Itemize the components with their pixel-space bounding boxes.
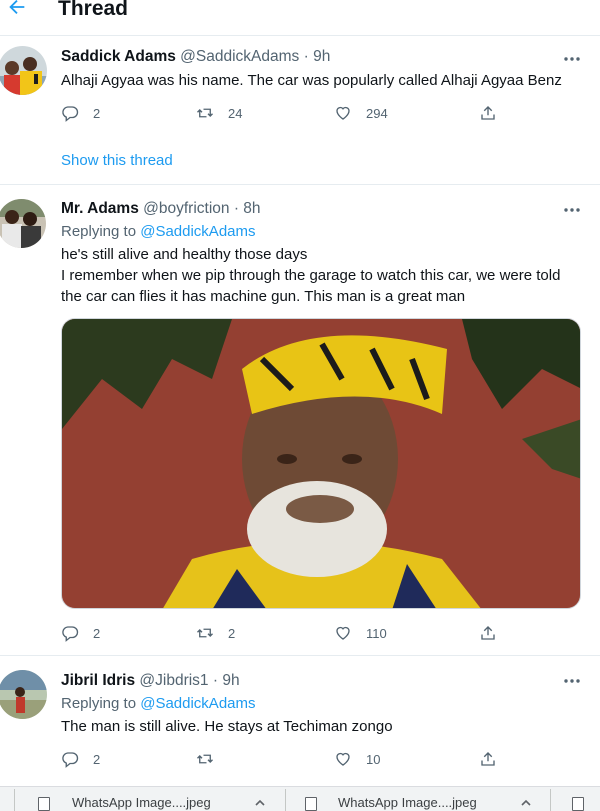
author-handle[interactable]: @Jibdris1 (139, 672, 208, 689)
tweet-actions: 2 24 294 (61, 101, 561, 125)
divider (550, 789, 551, 811)
tweet-time[interactable]: · 9h (304, 48, 331, 65)
share-icon (481, 752, 495, 766)
download-item[interactable]: WhatsApp Image....jpeg (338, 795, 477, 810)
author-name[interactable]: Saddick Adams (61, 48, 176, 65)
author-handle[interactable]: @boyfriction (143, 200, 229, 217)
tweet-photo[interactable] (61, 318, 581, 609)
retweet-count: 24 (228, 105, 243, 121)
page-title: Thread (58, 0, 129, 20)
tweet-author-line: Mr. Adams @boyfriction · 8h (61, 200, 261, 218)
back-arrow-icon[interactable] (6, 0, 28, 18)
heart-icon (336, 626, 350, 640)
tweet-text: The man is still alive. He stays at Tech… (61, 718, 393, 735)
more-options-icon[interactable] (563, 56, 581, 62)
file-icon (38, 797, 50, 811)
portrait-image (62, 319, 580, 608)
divider (14, 789, 15, 811)
tweet-author-line: Saddick Adams @SaddickAdams · 9h (61, 48, 330, 66)
tweet-text-line: the car can flies it has machine gun. Th… (61, 288, 466, 305)
chevron-up-icon[interactable] (520, 797, 532, 809)
reply-count: 2 (93, 751, 101, 767)
retweet-icon (197, 628, 213, 638)
replying-to-label: Replying to (61, 223, 137, 240)
divider (285, 789, 286, 811)
like-button[interactable]: 10 (334, 747, 380, 771)
replying-to-handle[interactable]: @SaddickAdams (140, 223, 255, 240)
like-count: 294 (366, 105, 388, 121)
tweet-actions: 2 2 110 (61, 621, 561, 645)
show-thread-link[interactable]: Show this thread (61, 152, 173, 169)
author-name[interactable]: Jibril Idris (61, 672, 135, 689)
thread-header: Thread (0, 0, 600, 36)
tweet-actions: 2 10 (61, 747, 561, 771)
tweet-jibril-idris[interactable]: Jibril Idris @Jibdris1 · 9h Replying to … (0, 656, 600, 786)
tweet-time[interactable]: · 9h (213, 672, 240, 689)
author-name[interactable]: Mr. Adams (61, 200, 139, 217)
author-handle[interactable]: @SaddickAdams (180, 48, 299, 65)
download-bar: WhatsApp Image....jpeg WhatsApp Image...… (0, 786, 600, 811)
more-options-icon[interactable] (563, 678, 581, 684)
tweet-author-line: Jibril Idris @Jibdris1 · 9h (61, 672, 240, 690)
file-icon (572, 797, 584, 811)
like-count: 110 (366, 625, 387, 641)
reply-count: 2 (93, 105, 101, 121)
reply-icon (62, 106, 79, 122)
like-count: 10 (366, 751, 381, 767)
share-icon (481, 106, 495, 120)
share-button[interactable] (479, 101, 511, 125)
retweet-icon (197, 754, 213, 764)
like-button[interactable]: 294 (334, 101, 388, 125)
like-button[interactable]: 110 (334, 621, 387, 645)
download-item[interactable]: WhatsApp Image....jpeg (72, 795, 211, 810)
reply-icon (62, 626, 79, 642)
tweet-time[interactable]: · 8h (234, 200, 261, 217)
more-options-icon[interactable] (563, 207, 581, 213)
reply-button[interactable]: 2 (61, 747, 100, 771)
reply-button[interactable]: 2 (61, 621, 100, 645)
avatar[interactable] (0, 199, 46, 248)
tweet-saddick-adams[interactable]: Saddick Adams @SaddickAdams · 9h Alhaji … (0, 36, 600, 184)
tweet-text: Alhaji Agyaa was his name. The car was p… (61, 72, 562, 89)
share-button[interactable] (479, 747, 511, 771)
reply-icon (62, 752, 79, 768)
heart-icon (336, 752, 350, 766)
avatar[interactable] (0, 46, 47, 95)
retweet-count: 2 (228, 625, 236, 641)
replying-to: Replying to @SaddickAdams (61, 695, 256, 712)
tweet-text-line: I remember when we pip through the garag… (61, 267, 561, 284)
replying-to: Replying to @SaddickAdams (61, 223, 256, 240)
share-button[interactable] (479, 621, 511, 645)
retweet-button[interactable]: 2 (196, 621, 235, 645)
share-icon (481, 626, 495, 640)
reply-button[interactable]: 2 (61, 101, 100, 125)
heart-icon (336, 106, 350, 120)
file-icon (305, 797, 317, 811)
retweet-button[interactable]: 24 (196, 101, 242, 125)
retweet-button[interactable] (196, 747, 228, 771)
replying-to-label: Replying to (61, 695, 137, 712)
avatar[interactable] (0, 670, 47, 719)
replying-to-handle[interactable]: @SaddickAdams (140, 695, 255, 712)
retweet-icon (197, 108, 213, 118)
tweet-text-line: he's still alive and healthy those days (61, 246, 308, 263)
chevron-up-icon[interactable] (254, 797, 266, 809)
reply-count: 2 (93, 625, 101, 641)
